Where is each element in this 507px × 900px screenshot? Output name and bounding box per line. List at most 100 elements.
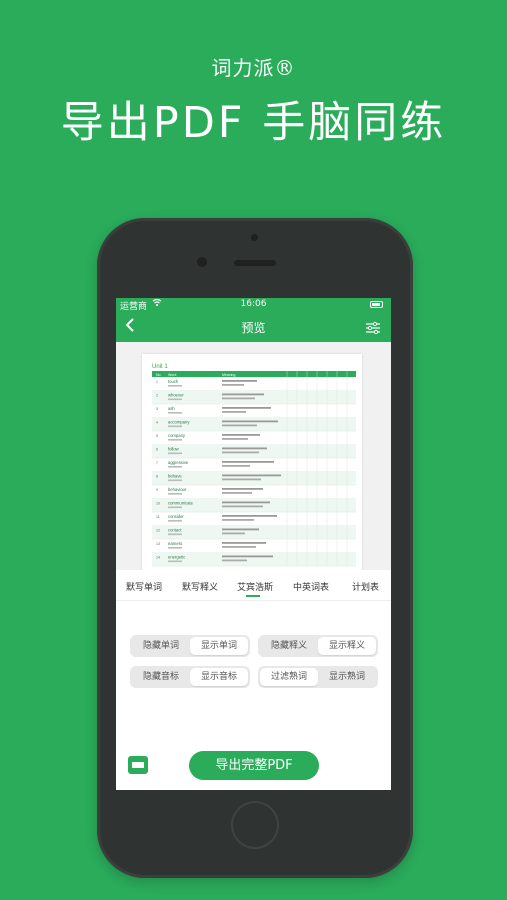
pdf-row-bg <box>152 525 356 539</box>
pdf-meaning-bar <box>222 542 266 544</box>
hide-phonetics-option[interactable]: 隐藏音标 <box>132 668 190 686</box>
pdf-row-number: 1 <box>156 380 158 384</box>
phonetic-visibility-toggle: 隐藏音标 显示音标 <box>130 666 250 688</box>
pdf-meaning-bar <box>222 474 281 477</box>
pdf-meaning-bar <box>222 501 270 504</box>
pdf-meaning-bar <box>222 488 263 490</box>
pdf-phonetic-bar <box>168 385 182 387</box>
pdf-word: company <box>168 433 186 438</box>
pdf-file-icon[interactable] <box>128 756 148 774</box>
pdf-row-number: 13 <box>156 542 160 546</box>
hide-words-option[interactable]: 隐藏单词 <box>132 637 190 655</box>
pdf-meaning-bar <box>222 532 245 535</box>
nav-bar: 预览 <box>116 312 391 342</box>
status-bar: 运营商 16:06 <box>116 298 391 312</box>
pdf-row-number: 3 <box>156 407 158 411</box>
pdf-row-number: 8 <box>156 475 158 479</box>
pdf-meaning-bar <box>222 424 257 427</box>
pdf-meaning-bar <box>222 420 278 423</box>
pdf-row-number: 12 <box>156 529 160 533</box>
pdf-word: communicate <box>168 501 194 506</box>
filter-familiar-option[interactable]: 过滤熟词 <box>260 668 318 686</box>
pdf-word: follow <box>168 447 180 452</box>
sliders-icon[interactable] <box>365 320 381 335</box>
pdf-header-cell: Meaning <box>222 373 235 377</box>
pdf-phonetic-bar <box>168 452 182 455</box>
pdf-meaning-bar <box>222 393 264 396</box>
pdf-row-number: 5 <box>156 434 158 438</box>
front-camera <box>197 257 207 267</box>
pdf-row-number: 11 <box>156 515 160 519</box>
pdf-row-bg <box>152 471 356 485</box>
pdf-word: whoever <box>168 393 184 398</box>
pdf-meaning-bar <box>222 478 261 481</box>
pdf-unit-title: Unit 1 <box>152 364 168 370</box>
pdf-row-number: 14 <box>156 556 160 560</box>
tab-plan[interactable]: 计划表 <box>352 580 379 593</box>
camera-dot <box>251 234 258 241</box>
pdf-row-bg <box>152 444 356 458</box>
tab-word-list[interactable]: 中英词表 <box>293 580 329 593</box>
pdf-word-table: Unit 1 No. Word Meaning 1 touch 2 whoever 3 ash 4 a… <box>152 364 356 567</box>
pdf-phonetic-bar <box>168 533 182 536</box>
app-screen: 运营商 16:06 预览 Unit 1 No. Word Meaning 1 touch 2… <box>116 298 391 790</box>
pdf-phonetic-bar <box>168 493 182 495</box>
export-full-pdf-button[interactable]: 导出完整PDF <box>189 751 319 780</box>
meaning-visibility-toggle: 隐藏释义 显示释义 <box>258 635 378 657</box>
pdf-row-number: 4 <box>156 421 158 425</box>
pdf-meaning-bar <box>222 380 257 382</box>
pdf-row-number: 2 <box>156 394 158 398</box>
pdf-meaning-bar <box>222 447 267 450</box>
tab-bar: 默写单词 默写释义 艾宾浩斯 中英词表 计划表 <box>116 570 391 601</box>
home-button[interactable] <box>231 801 279 849</box>
show-familiar-option[interactable]: 显示熟词 <box>318 668 376 686</box>
pdf-word: ash <box>168 406 175 411</box>
pdf-word: behaviour <box>168 487 187 492</box>
pdf-meaning-bar <box>222 555 273 558</box>
pdf-word: contact <box>168 528 182 533</box>
pdf-header-cell: No. <box>156 373 161 377</box>
pdf-meaning-bar <box>222 397 255 400</box>
pdf-page: Unit 1 No. Word Meaning 1 touch 2 whoever 3 ash 4 a… <box>142 354 362 572</box>
word-visibility-toggle: 隐藏单词 显示单词 <box>130 635 250 657</box>
pdf-meaning-bar <box>222 384 244 386</box>
pdf-phonetic-bar <box>168 398 182 401</box>
show-meanings-option[interactable]: 显示释义 <box>318 637 376 655</box>
pdf-phonetic-bar <box>168 466 182 468</box>
pdf-header-cell: Word <box>168 373 176 377</box>
pdf-meaning-bar <box>222 465 250 467</box>
battery-icon <box>370 301 383 308</box>
page-title: 预览 <box>241 321 266 335</box>
familiar-words-toggle: 过滤熟词 显示熟词 <box>258 666 378 688</box>
pdf-row-number: 9 <box>156 488 158 492</box>
pdf-meaning-bar <box>222 528 259 531</box>
tab-dictation-meaning[interactable]: 默写释义 <box>182 580 218 593</box>
pdf-meaning-bar <box>222 559 247 562</box>
show-words-option[interactable]: 显示单词 <box>190 637 248 655</box>
pdf-word: touch <box>168 379 179 384</box>
pdf-meaning-bar <box>222 515 277 517</box>
pdf-word: aggressive <box>168 460 189 465</box>
pdf-header-row <box>152 371 356 377</box>
pdf-meaning-bar <box>222 505 263 508</box>
pdf-phonetic-bar <box>168 412 182 414</box>
active-tab-indicator <box>246 595 260 597</box>
pdf-phonetic-bar <box>168 439 182 441</box>
pdf-row-number: 6 <box>156 448 158 452</box>
pdf-phonetic-bar <box>168 506 182 509</box>
pdf-meaning-bar <box>222 451 259 454</box>
pdf-meaning-bar <box>222 519 254 521</box>
earpiece-speaker <box>234 260 276 266</box>
pdf-row-number: 7 <box>156 461 158 465</box>
hide-meanings-option[interactable]: 隐藏释义 <box>260 637 318 655</box>
pdf-meaning-bar <box>222 461 274 463</box>
tab-dictation-word[interactable]: 默写单词 <box>126 580 162 593</box>
pdf-phonetic-bar <box>168 479 182 482</box>
pdf-meaning-bar <box>222 492 252 494</box>
tab-ebbinghaus[interactable]: 艾宾浩斯 <box>237 580 273 593</box>
show-phonetics-option[interactable]: 显示音标 <box>190 668 248 686</box>
pdf-word: consider <box>168 514 184 519</box>
pdf-row-number: 10 <box>156 502 160 506</box>
pdf-word: behave <box>168 474 182 479</box>
pdf-preview-area[interactable]: Unit 1 No. Word Meaning 1 touch 2 whoever 3 ash 4 a… <box>116 342 391 583</box>
